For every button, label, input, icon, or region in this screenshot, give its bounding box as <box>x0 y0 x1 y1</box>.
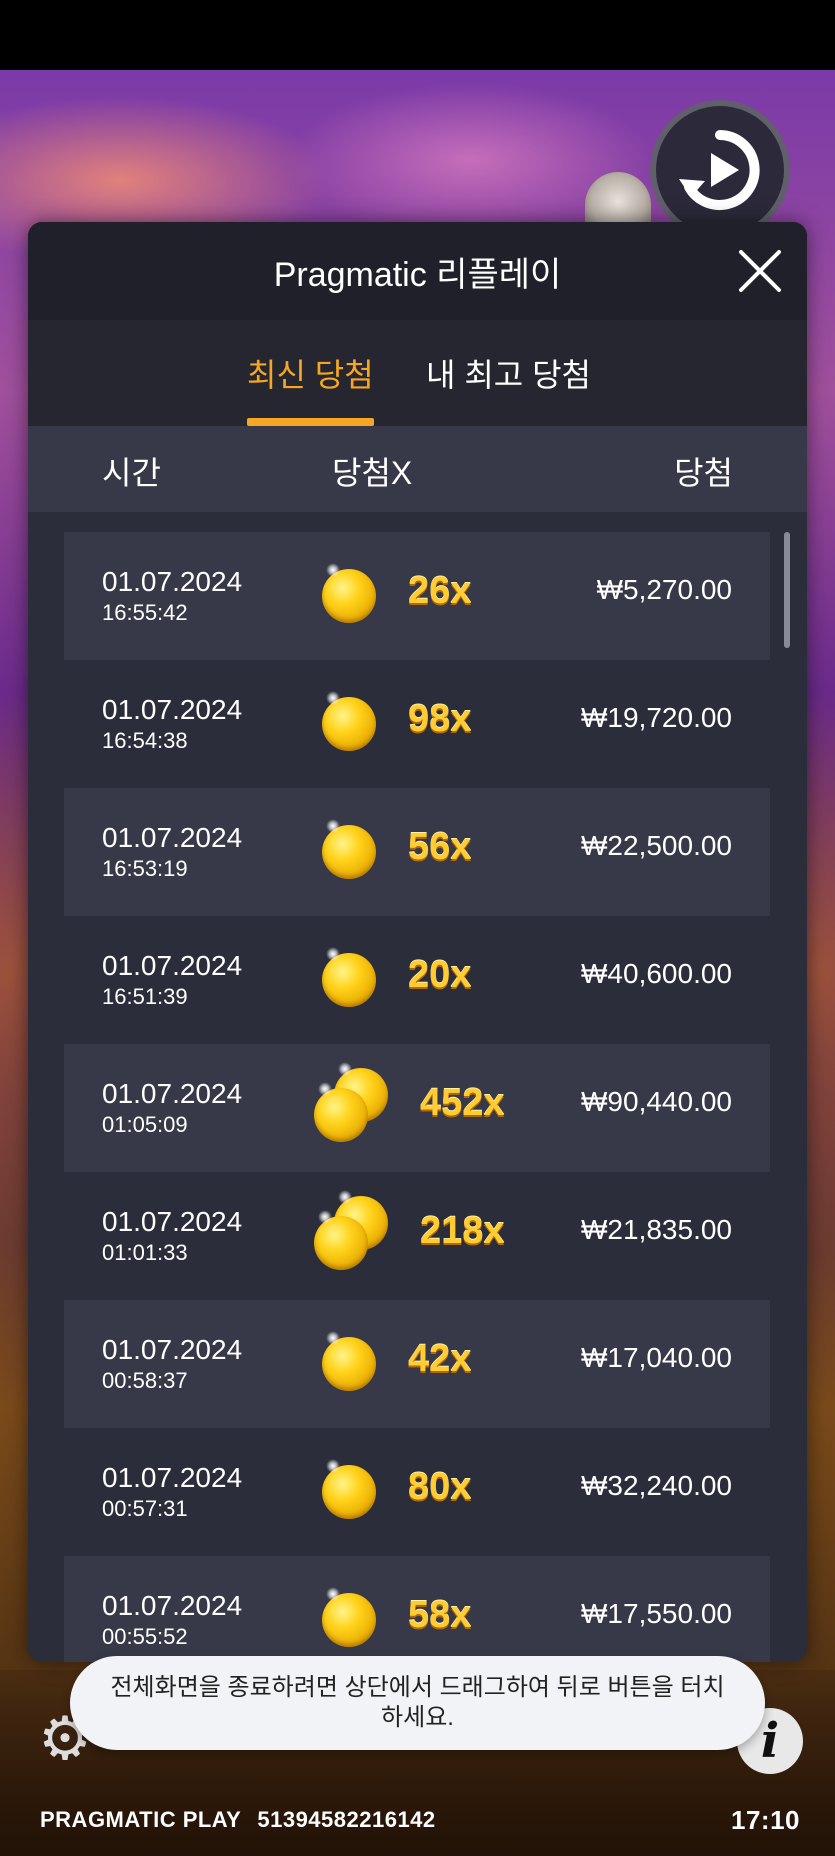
close-icon <box>739 250 781 292</box>
row-date: 01.07.2024 <box>102 1334 243 1365</box>
row-amount: ₩90,440.00 <box>581 1086 732 1117</box>
table-row[interactable]: 01.07.2024 16:54:38 98x ₩19,720.00 <box>64 660 770 788</box>
fullscreen-toast: 전체화면을 종료하려면 상단에서 드래그하여 뒤로 버튼을 터치하세요. <box>70 1656 765 1750</box>
replay-icon <box>679 130 760 210</box>
column-header-multiplier: 당첨X <box>332 455 413 491</box>
row-amount: ₩19,720.00 <box>581 702 732 733</box>
table-row[interactable]: 01.07.2024 16:53:19 56x ₩22,500.00 <box>64 788 770 916</box>
row-time: 00:55:52 <box>102 1624 188 1649</box>
row-amount: ₩21,835.00 <box>581 1214 732 1245</box>
coin-icon <box>322 1587 376 1647</box>
row-multiplier: 56x <box>408 826 472 868</box>
row-time: 00:57:31 <box>102 1496 188 1521</box>
row-multiplier: 80x <box>408 1466 472 1508</box>
coin-icon <box>314 1210 368 1270</box>
row-multiplier: 26x <box>408 570 472 612</box>
row-date: 01.07.2024 <box>102 1462 243 1493</box>
row-date: 01.07.2024 <box>102 1206 243 1237</box>
close-button[interactable] <box>733 244 787 298</box>
coin-icon <box>314 916 394 1044</box>
modal-title: Pragmatic 리플레이 <box>273 255 562 294</box>
clock: 17:10 <box>731 1804 800 1835</box>
coin-icon <box>314 1556 394 1662</box>
coin-icon <box>314 1044 394 1172</box>
column-header-time: 시간 <box>102 455 161 491</box>
active-tab-indicator <box>247 418 374 426</box>
table-row[interactable]: 01.07.2024 01:01:33 218x ₩21,835.00 <box>64 1172 770 1300</box>
scrollbar[interactable] <box>784 532 790 648</box>
coin-icon <box>314 1172 394 1300</box>
wins-list[interactable]: 01.07.2024 16:55:42 26x ₩5,270.00 01.07.2024… <box>28 512 807 1662</box>
coin-icon <box>322 947 376 1007</box>
tab-latest-wins[interactable]: 최신 당첨 <box>247 320 374 426</box>
row-time: 16:55:42 <box>102 600 188 625</box>
coin-icon <box>322 1459 376 1519</box>
row-multiplier: 452x <box>420 1082 505 1124</box>
tab-bar: 최신 당첨 내 최고 당첨 <box>28 320 807 426</box>
row-multiplier: 98x <box>408 698 472 740</box>
row-date: 01.07.2024 <box>102 1590 243 1621</box>
row-time: 16:51:39 <box>102 984 188 1009</box>
row-amount: ₩32,240.00 <box>581 1470 732 1501</box>
table-row[interactable]: 01.07.2024 00:57:31 80x ₩32,240.00 <box>64 1428 770 1556</box>
coin-icon <box>322 563 376 623</box>
table-row[interactable]: 01.07.2024 16:51:39 20x ₩40,600.00 <box>64 916 770 1044</box>
coin-icon <box>314 1300 394 1428</box>
row-multiplier: 58x <box>408 1594 472 1636</box>
coin-icon <box>314 1428 394 1556</box>
row-date: 01.07.2024 <box>102 950 243 981</box>
tab-label: 최신 당첨 <box>247 357 374 393</box>
session-id: 51394582216142 <box>257 1807 436 1832</box>
row-time: 16:53:19 <box>102 856 188 881</box>
row-date: 01.07.2024 <box>102 1078 243 1109</box>
tab-label: 내 최고 당첨 <box>426 357 591 393</box>
table-row[interactable]: 01.07.2024 16:55:42 26x ₩5,270.00 <box>64 532 770 660</box>
coin-icon <box>322 691 376 751</box>
coin-icon <box>314 660 394 788</box>
row-amount: ₩17,040.00 <box>581 1342 732 1373</box>
toast-text: 전체화면을 종료하려면 상단에서 드래그하여 뒤로 버튼을 터치하세요. <box>110 1674 725 1731</box>
row-amount: ₩5,270.00 <box>596 574 732 605</box>
replay-button[interactable] <box>650 100 790 240</box>
table-row[interactable]: 01.07.2024 00:55:52 58x ₩17,550.00 <box>64 1556 770 1662</box>
coin-icon <box>322 819 376 879</box>
row-amount: ₩40,600.00 <box>581 958 732 989</box>
coin-icon <box>322 1331 376 1391</box>
replay-modal: Pragmatic 리플레이 최신 당첨 내 최고 당첨 시간 당첨X 당첨 0… <box>28 222 807 1662</box>
row-time: 16:54:38 <box>102 728 188 753</box>
row-amount: ₩17,550.00 <box>581 1598 732 1629</box>
table-row[interactable]: 01.07.2024 01:05:09 452x ₩90,440.00 <box>64 1044 770 1172</box>
modal-header: Pragmatic 리플레이 <box>28 222 807 320</box>
coin-icon <box>314 532 394 660</box>
row-time: 01:05:09 <box>102 1112 188 1137</box>
row-amount: ₩22,500.00 <box>581 830 732 861</box>
row-time: 01:01:33 <box>102 1240 188 1265</box>
row-multiplier: 20x <box>408 954 472 996</box>
row-date: 01.07.2024 <box>102 822 243 853</box>
game-footer: PRAGMATIC PLAY 51394582216142 17:10 <box>40 1800 800 1840</box>
row-time: 00:58:37 <box>102 1368 188 1393</box>
row-multiplier: 218x <box>420 1210 505 1252</box>
column-headers: 시간 당첨X 당첨 <box>28 426 807 512</box>
coin-icon <box>314 788 394 916</box>
row-date: 01.07.2024 <box>102 566 243 597</box>
row-date: 01.07.2024 <box>102 694 243 725</box>
coin-icon <box>314 1082 368 1142</box>
brand-label: PRAGMATIC PLAY <box>40 1807 242 1832</box>
row-multiplier: 42x <box>408 1338 472 1380</box>
tab-my-best-wins[interactable]: 내 최고 당첨 <box>426 320 591 426</box>
column-header-win: 당첨 <box>674 455 733 491</box>
table-row[interactable]: 01.07.2024 00:58:37 42x ₩17,040.00 <box>64 1300 770 1428</box>
